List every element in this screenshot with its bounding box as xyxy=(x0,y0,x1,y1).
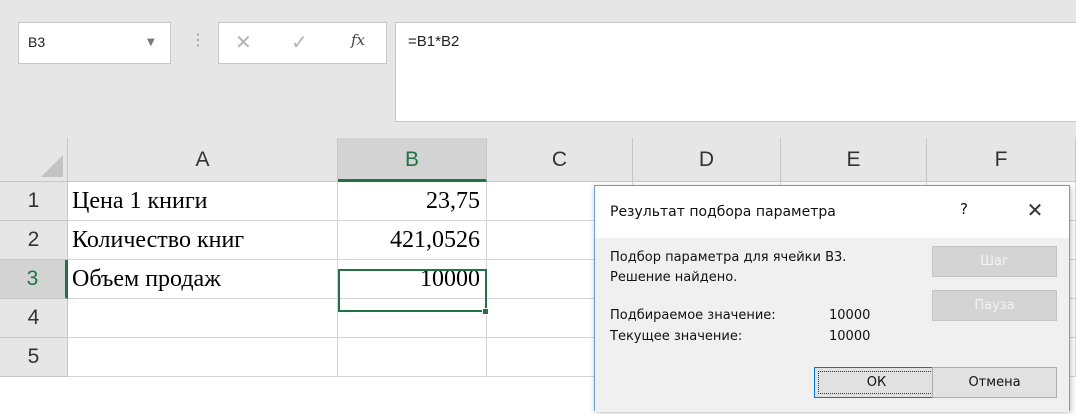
column-header-e[interactable]: E xyxy=(781,138,927,182)
formula-input[interactable]: =B1*B2 xyxy=(395,22,1076,122)
pause-button[interactable]: Пауза xyxy=(932,290,1057,321)
current-value-label: Текущее значение: xyxy=(610,329,743,344)
dialog-title: Результат подбора параметра xyxy=(610,204,836,220)
goal-seek-status-dialog: Результат подбора параметра ? ✕ Подбор п… xyxy=(594,185,1070,412)
dialog-body: Подбор параметра для ячейки B3. Решение … xyxy=(595,238,1069,412)
dialog-title-bar[interactable]: Результат подбора параметра ? ✕ xyxy=(595,186,1069,238)
cell-a3[interactable]: Объем продаж xyxy=(68,260,338,299)
row-header-4[interactable]: 4 xyxy=(0,299,68,338)
fill-handle[interactable] xyxy=(482,308,489,315)
help-icon[interactable]: ? xyxy=(953,200,975,222)
status-message-line1: Подбор параметра для ячейки B3. xyxy=(610,250,847,265)
ok-button[interactable]: ОК xyxy=(814,367,939,398)
row-header-3[interactable]: 3 xyxy=(0,260,68,299)
current-value: 10000 xyxy=(829,329,871,344)
focus-ring xyxy=(818,371,935,394)
enter-icon[interactable]: ✓ xyxy=(291,30,308,54)
select-all-button[interactable] xyxy=(0,138,68,182)
cell-b3[interactable]: 10000 xyxy=(338,260,487,299)
column-header-c[interactable]: C xyxy=(487,138,633,182)
cell-b5[interactable] xyxy=(338,338,487,377)
row-header-2[interactable]: 2 xyxy=(0,221,68,260)
cell-a2[interactable]: Количество книг xyxy=(68,221,338,260)
column-header-f[interactable]: F xyxy=(927,138,1076,182)
cell-b4[interactable] xyxy=(338,299,487,338)
insert-function-icon[interactable]: fx xyxy=(351,31,365,49)
step-button[interactable]: Шаг xyxy=(932,246,1057,277)
grip-icon: ⋮ xyxy=(190,30,206,49)
cell-a5[interactable] xyxy=(68,338,338,377)
cancel-button[interactable]: Отмена xyxy=(932,367,1057,398)
formula-bar: B3 ▼ ⋮ ✕ ✓ fx =B1*B2 xyxy=(0,0,1076,138)
chevron-down-icon[interactable]: ▼ xyxy=(147,37,155,48)
name-box-value: B3 xyxy=(28,34,46,50)
cancel-icon[interactable]: ✕ xyxy=(235,30,252,54)
formula-buttons: ✕ ✓ fx xyxy=(218,22,387,64)
cell-a1[interactable]: Цена 1 книги xyxy=(68,182,338,221)
name-box[interactable]: B3 ▼ xyxy=(18,22,171,64)
target-value: 10000 xyxy=(829,308,871,323)
column-header-a[interactable]: A xyxy=(68,138,338,182)
formula-text: =B1*B2 xyxy=(408,33,460,50)
cell-b2[interactable]: 421,0526 xyxy=(338,221,487,260)
column-header-d[interactable]: D xyxy=(633,138,781,182)
status-message-line2: Решение найдено. xyxy=(610,270,738,285)
cell-a4[interactable] xyxy=(68,299,338,338)
row-header-1[interactable]: 1 xyxy=(0,182,68,221)
cell-b1[interactable]: 23,75 xyxy=(338,182,487,221)
target-value-label: Подбираемое значение: xyxy=(610,308,776,323)
row-header-5[interactable]: 5 xyxy=(0,338,68,377)
close-icon[interactable]: ✕ xyxy=(1022,197,1048,223)
column-header-b[interactable]: B xyxy=(338,138,487,182)
